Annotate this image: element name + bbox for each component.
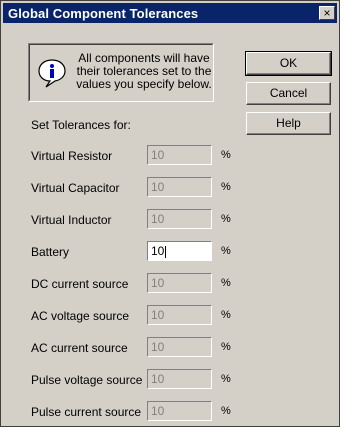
ok-button[interactable]: OK (245, 51, 332, 76)
tolerance-field-ac-current-source: 10 (147, 337, 212, 357)
percent-label: % (221, 277, 231, 289)
section-label: Set Tolerances for: (31, 118, 131, 132)
row-label-virtual-inductor: Virtual Inductor (31, 213, 112, 227)
tolerance-field-pulse-current-source: 10 (147, 401, 212, 421)
tolerance-field-virtual-resistor: 10 (147, 145, 212, 165)
title-bar[interactable]: Global Component Tolerances × (3, 3, 337, 23)
info-icon (38, 59, 66, 88)
tolerance-field-virtual-capacitor: 10 (147, 177, 212, 197)
tolerance-field-ac-voltage-source: 10 (147, 305, 212, 325)
cancel-button[interactable]: Cancel (246, 82, 331, 105)
dialog-title: Global Component Tolerances (8, 6, 199, 21)
percent-label: % (221, 341, 231, 353)
tolerance-field-battery[interactable]: 10 (147, 241, 212, 261)
row-label-pulse-voltage-source: Pulse voltage source (31, 373, 143, 387)
percent-label: % (221, 373, 231, 385)
percent-label: % (221, 245, 231, 257)
close-icon: × (323, 6, 331, 20)
close-button[interactable]: × (319, 6, 335, 20)
row-label-virtual-capacitor: Virtual Capacitor (31, 181, 120, 195)
row-label-ac-current-source: AC current source (31, 341, 128, 355)
tolerance-value-battery: 10 (151, 244, 165, 258)
percent-label: % (221, 405, 231, 417)
tolerance-field-virtual-inductor: 10 (147, 209, 212, 229)
row-label-dc-current-source: DC current source (31, 277, 129, 291)
row-label-battery: Battery (31, 245, 70, 259)
tolerance-field-pulse-voltage-source: 10 (147, 369, 212, 389)
percent-label: % (221, 309, 231, 321)
percent-label: % (221, 149, 231, 161)
row-label-ac-voltage-source: AC voltage source (31, 309, 130, 323)
text-caret (165, 245, 167, 258)
help-button[interactable]: Help (246, 112, 331, 135)
info-panel: All components will have their tolerance… (28, 43, 214, 102)
percent-label: % (221, 181, 231, 193)
tolerance-field-dc-current-source: 10 (147, 273, 212, 293)
row-label-virtual-resistor: Virtual Resistor (31, 149, 113, 163)
percent-label: % (221, 213, 231, 225)
info-message: All components will have their tolerance… (76, 51, 212, 91)
dialog-window: Global Component Tolerances × All compon… (0, 0, 340, 427)
row-label-pulse-current-source: Pulse current source (31, 405, 142, 419)
